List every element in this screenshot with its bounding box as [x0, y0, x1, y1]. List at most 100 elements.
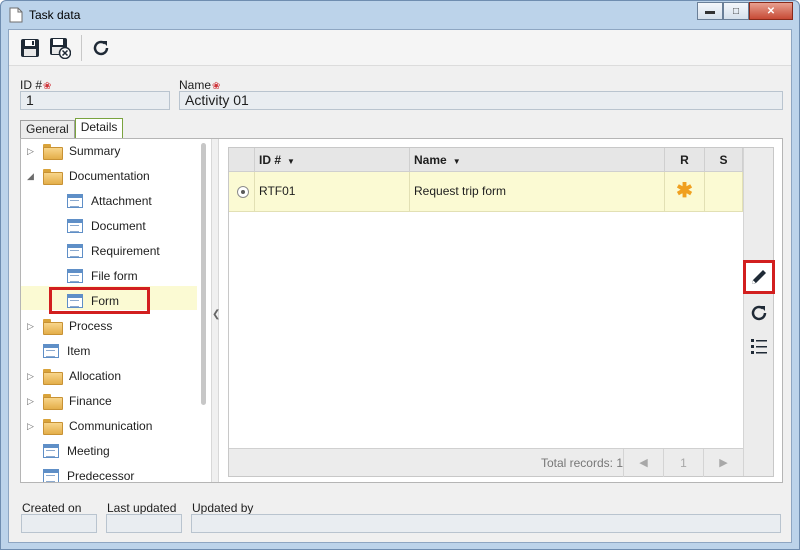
refresh-icon: [93, 40, 109, 55]
name-field[interactable]: Activity 01: [179, 91, 783, 110]
refresh-grid-button[interactable]: [744, 299, 774, 327]
row-id-cell: RTF01: [255, 172, 410, 212]
folder-icon: [43, 169, 63, 185]
panel-splitter[interactable]: ❮: [211, 139, 220, 482]
tree-item-documentation[interactable]: ◢ Documentation: [27, 165, 150, 187]
tree-item-allocation[interactable]: ▷ Allocation: [27, 365, 122, 387]
expand-icon[interactable]: ▷: [27, 421, 34, 432]
id-field[interactable]: 1: [20, 91, 170, 110]
tab-general[interactable]: General: [20, 120, 75, 138]
tree-item-label: Predecessor: [67, 469, 135, 482]
folder-icon: [43, 144, 63, 160]
tree-item-predecessor[interactable]: Predecessor: [43, 465, 134, 482]
tree-item-label: Documentation: [69, 169, 150, 183]
grid-header-r[interactable]: R: [665, 148, 705, 172]
edit-button[interactable]: [743, 260, 775, 294]
form-icon: [67, 219, 83, 233]
row-name-cell: Request trip form: [410, 172, 665, 212]
created-on-field: [21, 514, 97, 533]
updated-by-label: Updated by: [192, 501, 254, 515]
form-icon: [67, 269, 83, 283]
chevron-left-icon[interactable]: ❮: [212, 309, 220, 320]
tree-item-label: Summary: [69, 144, 121, 158]
form-icon: [43, 444, 59, 458]
toolbar-separator: [81, 34, 82, 61]
tree-item-requirement[interactable]: Requirement: [67, 240, 160, 262]
task-data-window: Task data ▬ □ ✕ ID #❀ 1 Name❀ Activity 0…: [0, 0, 800, 550]
form-icon: [43, 344, 59, 358]
form-icon: [67, 194, 83, 208]
maximize-button[interactable]: □: [723, 2, 749, 20]
tree-item-label: Meeting: [67, 444, 110, 458]
tree-item-document[interactable]: Document: [67, 215, 146, 237]
tree-item-item[interactable]: Item: [43, 340, 90, 362]
folder-icon: [43, 394, 63, 410]
tree-item-finance[interactable]: ▷ Finance: [27, 390, 112, 412]
page-number: 1: [663, 449, 703, 477]
list-icon: [751, 339, 767, 354]
folder-icon: [43, 319, 63, 335]
client-area: ID #❀ 1 Name❀ Activity 01 General Detail…: [8, 29, 792, 543]
row-select-cell[interactable]: [229, 172, 255, 212]
form-grid: ID # ▼ Name ▼ R S RTF01 Request trip form …: [228, 147, 775, 477]
name-label-text: Name: [179, 78, 212, 92]
collapse-icon[interactable]: ◢: [27, 171, 34, 182]
pencil-icon: [752, 270, 766, 284]
created-on-label: Created on: [22, 501, 82, 515]
tree-item-file-form[interactable]: File form: [67, 265, 138, 287]
list-button[interactable]: [744, 332, 774, 360]
tree-item-label: Allocation: [69, 369, 122, 383]
document-icon: [9, 7, 23, 23]
tree-item-label: Finance: [69, 394, 112, 408]
page-next-button[interactable]: ▶: [703, 449, 743, 477]
tree-item-attachment[interactable]: Attachment: [67, 190, 152, 212]
refresh-button[interactable]: [88, 35, 114, 61]
grid-header-s[interactable]: S: [705, 148, 743, 172]
last-updated-field: [106, 514, 182, 533]
form-highlight-box: [49, 287, 150, 314]
expand-icon[interactable]: ▷: [27, 321, 34, 332]
page-prev-button[interactable]: ◀: [623, 449, 663, 477]
minimize-button[interactable]: ▬: [697, 2, 723, 20]
refresh-icon: [751, 305, 767, 321]
row-radio[interactable]: [237, 186, 249, 198]
grid-header-name-label: Name: [414, 153, 447, 167]
tab-details[interactable]: Details: [74, 118, 124, 138]
name-label: Name❀: [179, 78, 220, 92]
tree-item-label: File form: [91, 269, 138, 283]
expand-icon[interactable]: ▷: [27, 146, 34, 157]
tree-item-summary[interactable]: ▷ Summary: [27, 140, 121, 162]
grid-header-select: [229, 148, 255, 172]
tree-item-label: Attachment: [91, 194, 152, 208]
grid-header-id[interactable]: ID # ▼: [255, 148, 410, 172]
expand-icon[interactable]: ▷: [27, 396, 34, 407]
asterisk-icon: ✱: [665, 172, 705, 212]
table-row[interactable]: RTF01 Request trip form ✱: [229, 172, 743, 212]
tree-item-meeting[interactable]: Meeting: [43, 440, 110, 462]
side-action-strip: [743, 148, 775, 476]
grid-footer: Total records: 1 ◀ 1 ▶: [229, 448, 743, 477]
tab-bar: General Details: [20, 118, 124, 138]
save-button[interactable]: [17, 35, 43, 61]
tree-item-process[interactable]: ▷ Process: [27, 315, 113, 337]
toolbar: [9, 30, 791, 66]
tree-scrollbar[interactable]: [201, 143, 206, 405]
tree-item-communication[interactable]: ▷ Communication: [27, 415, 153, 437]
tree-item-label: Document: [91, 219, 146, 233]
updated-by-field: [191, 514, 781, 533]
expand-icon[interactable]: ▷: [27, 371, 34, 382]
id-label: ID #❀: [20, 78, 51, 92]
window-controls: ▬ □ ✕: [697, 2, 793, 20]
id-label-text: ID #: [20, 78, 43, 92]
close-button[interactable]: ✕: [749, 2, 793, 20]
grid-header-name[interactable]: Name ▼: [410, 148, 665, 172]
save-close-button[interactable]: [47, 35, 73, 61]
tree-item-label: Communication: [69, 419, 153, 433]
tree-item-label: Process: [69, 319, 113, 333]
last-updated-label: Last updated: [107, 501, 177, 515]
form-icon: [67, 244, 83, 258]
row-s-cell: [705, 172, 743, 212]
total-records: Total records: 1: [540, 456, 623, 470]
title-bar: Task data ▬ □ ✕: [1, 1, 799, 29]
folder-icon: [43, 419, 63, 435]
